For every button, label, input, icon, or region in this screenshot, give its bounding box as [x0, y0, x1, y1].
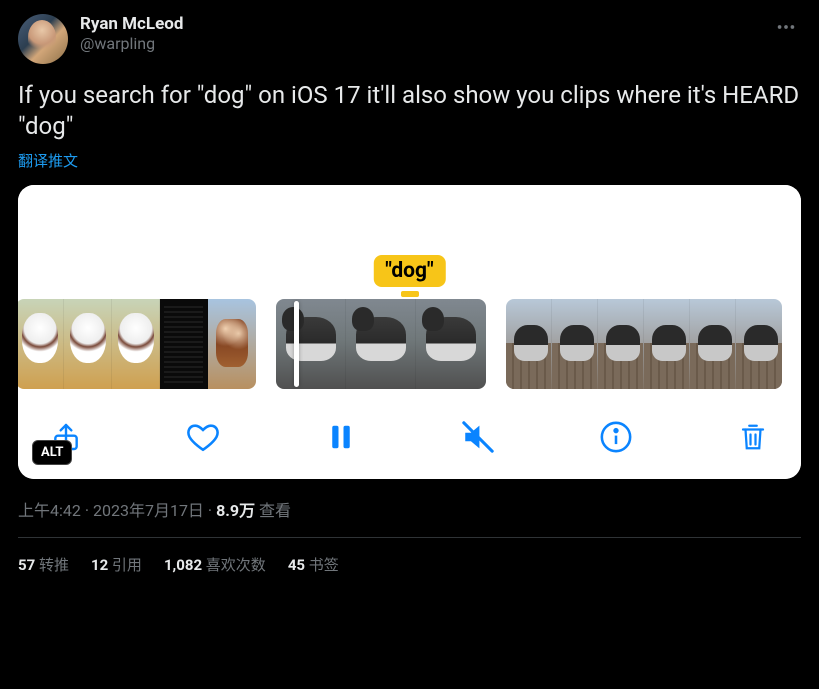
clip-group-active[interactable]: [276, 299, 486, 389]
clip-group[interactable]: [18, 299, 256, 389]
tweet-time: 上午4:42: [18, 501, 81, 520]
delete-button[interactable]: [735, 419, 771, 455]
pause-button[interactable]: [323, 419, 359, 455]
media-card[interactable]: "dog": [18, 185, 801, 479]
favorite-button[interactable]: [185, 419, 221, 455]
video-toolbar: [18, 401, 801, 479]
info-button[interactable]: [598, 419, 634, 455]
views-label: 查看: [259, 501, 291, 520]
playhead[interactable]: [294, 301, 299, 387]
translate-link[interactable]: 翻译推文: [18, 150, 801, 171]
mute-button[interactable]: [460, 419, 496, 455]
search-tag: "dog": [373, 255, 445, 287]
views-count: 8.9万: [216, 501, 255, 520]
display-name: Ryan McLeod: [80, 14, 183, 34]
timeline-frame: [346, 299, 416, 389]
tweet-date: 2023年7月17日: [93, 501, 204, 520]
timeline-frame: [598, 299, 644, 389]
author-block[interactable]: Ryan McLeod @warpling: [80, 14, 183, 54]
timeline-frame: [112, 299, 160, 389]
timeline-frame: [736, 299, 782, 389]
avatar[interactable]: [18, 14, 68, 64]
alt-badge[interactable]: ALT: [32, 440, 72, 465]
tweet-header: Ryan McLeod @warpling: [18, 14, 801, 64]
timeline-frame: [18, 299, 64, 389]
video-timeline[interactable]: [18, 287, 801, 401]
timeline-frame: [644, 299, 690, 389]
timeline-frame: [552, 299, 598, 389]
likes-stat[interactable]: 1,082 喜欢次数: [164, 554, 266, 575]
retweets-stat[interactable]: 57 转推: [18, 554, 69, 575]
timeline-frame: [690, 299, 736, 389]
tweet-text: If you search for "dog" on iOS 17 it'll …: [18, 80, 801, 142]
media-header: "dog": [18, 185, 801, 287]
timeline-frame: [208, 299, 256, 389]
tag-marker: [401, 291, 419, 297]
timeline-frame: [506, 299, 552, 389]
tweet-container: Ryan McLeod @warpling If you search for …: [0, 0, 819, 589]
timeline-frame: [416, 299, 486, 389]
timeline-frame: [276, 299, 346, 389]
clip-group[interactable]: [506, 299, 782, 389]
more-button[interactable]: [771, 12, 801, 46]
stats-row: 57 转推 12 引用 1,082 喜欢次数 45 书签: [18, 538, 801, 575]
bookmarks-stat[interactable]: 45 书签: [288, 554, 339, 575]
timeline-frame: [64, 299, 112, 389]
handle: @warpling: [80, 34, 183, 53]
timeline-frame: [160, 299, 208, 389]
tweet-meta[interactable]: 上午4:42 · 2023年7月17日 · 8.9万 查看: [18, 497, 801, 521]
quotes-stat[interactable]: 12 引用: [91, 554, 142, 575]
